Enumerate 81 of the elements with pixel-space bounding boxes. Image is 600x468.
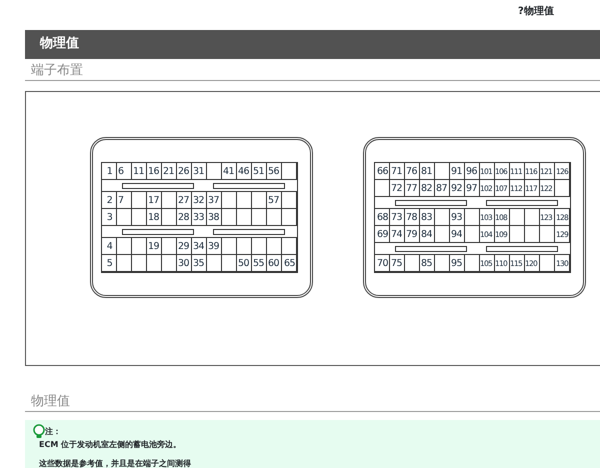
pin-number: 3 bbox=[102, 209, 117, 226]
pin-number: 55 bbox=[252, 255, 267, 272]
pin-number: 74 bbox=[390, 226, 405, 243]
pin-number: 34 bbox=[192, 238, 207, 255]
pin-number: 78 bbox=[405, 209, 420, 226]
pin-number: 69 bbox=[375, 226, 390, 243]
pin-number: 82 bbox=[420, 180, 435, 197]
pin-number: 70 bbox=[375, 255, 390, 272]
empty-cavity bbox=[525, 226, 540, 243]
pin-number: 95 bbox=[450, 255, 465, 272]
note-text: ECM 位于发动机室左侧的蓄电池旁边。 bbox=[39, 439, 182, 450]
pin-number: 37 bbox=[207, 192, 222, 209]
pin-number: 29 bbox=[177, 238, 192, 255]
pin-number: 32 bbox=[192, 192, 207, 209]
pin-number: 33 bbox=[192, 209, 207, 226]
pin-number: 21 bbox=[162, 163, 177, 180]
pin-number: 46 bbox=[237, 163, 252, 180]
pin-number: 73 bbox=[390, 209, 405, 226]
pin-number: 35 bbox=[192, 255, 207, 272]
pin-number: 27 bbox=[177, 192, 192, 209]
pin-number: 60 bbox=[267, 255, 282, 272]
empty-cavity bbox=[435, 226, 450, 243]
empty-cavity bbox=[252, 209, 267, 226]
pin-number: 97 bbox=[465, 180, 480, 197]
pin-number: 38 bbox=[207, 209, 222, 226]
pin-number: 92 bbox=[450, 180, 465, 197]
pin-number: 19 bbox=[147, 238, 162, 255]
pin-number: 84 bbox=[420, 226, 435, 243]
pin-number: 83 bbox=[420, 209, 435, 226]
pin-number: 71 bbox=[390, 163, 405, 180]
pin-number: 16 bbox=[147, 163, 162, 180]
pin-number: 11 bbox=[132, 163, 147, 180]
title-bar: 物理值 bbox=[25, 30, 600, 59]
empty-cavity bbox=[540, 226, 555, 243]
empty-cavity bbox=[222, 209, 237, 226]
pin-number: 7 bbox=[117, 192, 132, 209]
pin-number: 5 bbox=[102, 255, 117, 272]
pin-number: 91 bbox=[450, 163, 465, 180]
pin-number: 1 bbox=[102, 163, 117, 180]
pin-number: 57 bbox=[267, 192, 282, 209]
pin-number: 75 bbox=[390, 255, 405, 272]
pin-number: 85 bbox=[420, 255, 435, 272]
pin-number: 51 bbox=[252, 163, 267, 180]
pin-number: 77 bbox=[405, 180, 420, 197]
pin-number: 96 bbox=[465, 163, 480, 180]
empty-cavity bbox=[267, 209, 282, 226]
pin-number: 30 bbox=[177, 255, 192, 272]
empty-cavity bbox=[162, 209, 177, 226]
empty-cavity bbox=[465, 226, 480, 243]
pin-number: 18 bbox=[147, 209, 162, 226]
pin-number: 81 bbox=[420, 163, 435, 180]
pin-number: 26 bbox=[177, 163, 192, 180]
pin-number: 79 bbox=[405, 226, 420, 243]
pin-number: 39 bbox=[207, 238, 222, 255]
note-text: 这些数据是参考值，并且是在端子之间测得 bbox=[39, 458, 192, 468]
empty-cavity bbox=[132, 209, 147, 226]
pin-number: 31 bbox=[192, 163, 207, 180]
note-label: 注： bbox=[45, 426, 61, 438]
pin-number: 56 bbox=[267, 163, 282, 180]
pin-number: 17 bbox=[147, 192, 162, 209]
empty-cavity bbox=[510, 226, 525, 243]
empty-cavity bbox=[237, 209, 252, 226]
pin-number: 4 bbox=[102, 238, 117, 255]
pin-number: 68 bbox=[375, 209, 390, 226]
page-link-text[interactable]: ?物理值 bbox=[518, 6, 554, 17]
pin-number: 76 bbox=[405, 163, 420, 180]
section-heading: 物理值 bbox=[25, 390, 600, 412]
pin-number: 50 bbox=[237, 255, 252, 272]
pin-number: 72 bbox=[390, 180, 405, 197]
pin-number: 6 bbox=[117, 163, 132, 180]
pin-number: 87 bbox=[435, 180, 450, 197]
pin-number: 93 bbox=[450, 209, 465, 226]
pin-number: 28 bbox=[177, 209, 192, 226]
pin-number: 41 bbox=[222, 163, 237, 180]
pin-number: 94 bbox=[450, 226, 465, 243]
empty-cavity bbox=[117, 209, 132, 226]
section-heading: 端子布置 bbox=[25, 59, 600, 81]
pin-number: 2 bbox=[102, 192, 117, 209]
pin-number: 66 bbox=[375, 163, 390, 180]
lightbulb-icon bbox=[33, 424, 45, 439]
pin-number: 65 bbox=[282, 255, 297, 272]
